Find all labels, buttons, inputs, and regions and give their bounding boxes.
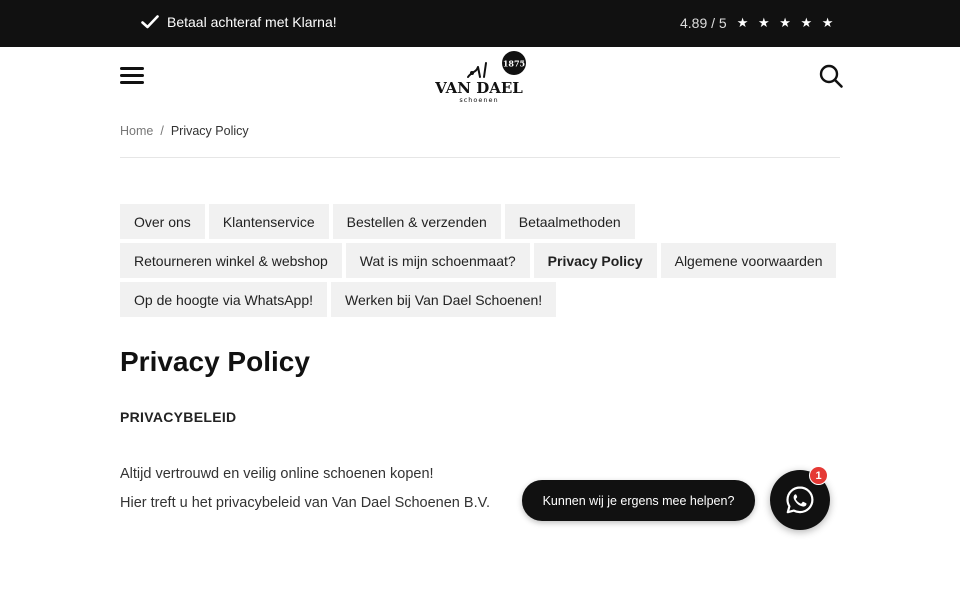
tab-bestellen-verzenden[interactable]: Bestellen & verzenden (332, 204, 501, 239)
search-icon[interactable] (818, 63, 844, 89)
breadcrumb-current: Privacy Policy (170, 124, 249, 138)
rating-stars: ★ ★ ★ ★ ★ (736, 15, 837, 30)
page-title: Privacy Policy (120, 346, 310, 377)
site-header: 1875 VAN DAEL schoenen (0, 47, 960, 107)
intro-paragraph: Altijd vertrouwd en veilig online schoen… (120, 466, 434, 482)
tab-betaalmethoden[interactable]: Betaalmethoden (504, 204, 635, 239)
tab-werken-bij[interactable]: Werken bij Van Dael Schoenen! (331, 282, 557, 317)
tab-algemene-voorwaarden[interactable]: Algemene voorwaarden (660, 243, 837, 278)
top-announcement-bar: Betaal achteraf met Klarna! 4.89 / 5 ★ ★… (0, 0, 960, 47)
whatsapp-icon (786, 486, 814, 514)
header-divider (120, 157, 840, 158)
van-dael-logo[interactable]: 1875 VAN DAEL schoenen (428, 51, 532, 103)
intro-paragraph-2: Hier treft u het privacybeleid van Van D… (120, 495, 490, 511)
tab-schoenmaat[interactable]: Wat is mijn schoenmaat? (345, 243, 530, 278)
tab-privacy-policy[interactable]: Privacy Policy (533, 243, 657, 278)
svg-text:VAN DAEL: VAN DAEL (434, 79, 523, 97)
check-icon (141, 15, 159, 29)
tab-over-ons[interactable]: Over ons (120, 204, 205, 239)
svg-text:1875: 1875 (503, 59, 525, 69)
tab-retourneren[interactable]: Retourneren winkel & webshop (120, 243, 342, 278)
svg-text:schoenen: schoenen (459, 96, 498, 103)
section-heading: PRIVACYBELEID (120, 409, 237, 425)
rating-score: 4.89 / 5 (680, 15, 727, 31)
breadcrumb: Home / Privacy Policy (120, 124, 249, 138)
promo-text: Betaal achteraf met Klarna! (167, 14, 337, 30)
chat-prompt-bubble[interactable]: Kunnen wij je ergens mee helpen? (522, 480, 755, 521)
hamburger-menu-icon[interactable] (120, 67, 144, 85)
breadcrumb-separator: / (160, 124, 164, 138)
tab-klantenservice[interactable]: Klantenservice (208, 204, 329, 239)
chat-notification-badge: 1 (809, 466, 828, 485)
breadcrumb-home-link[interactable]: Home (120, 124, 153, 138)
info-page-tabs: Over ons Klantenservice Bestellen & verz… (120, 204, 840, 317)
shop-rating[interactable]: 4.89 / 5 ★ ★ ★ ★ ★ (680, 15, 836, 31)
klarna-promo: Betaal achteraf met Klarna! (141, 14, 337, 30)
tab-whatsapp[interactable]: Op de hoogte via WhatsApp! (120, 282, 327, 317)
